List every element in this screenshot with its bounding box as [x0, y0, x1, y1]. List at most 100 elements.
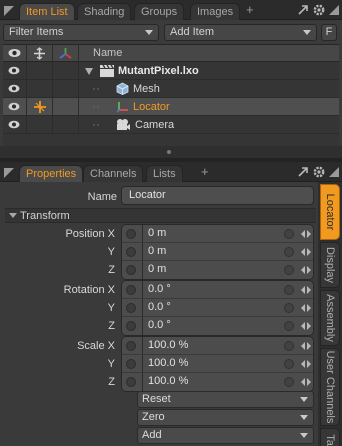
spinner-arrows-icon[interactable]: [298, 355, 313, 373]
side-tab-label: Locator: [324, 193, 336, 231]
visibility-column-header[interactable]: [3, 45, 27, 62]
keyframe-dot-icon[interactable]: [126, 377, 136, 387]
tab-lists[interactable]: Lists: [146, 165, 183, 182]
rotation-x-label: Rotation X: [63, 284, 115, 296]
spinner-arrows-icon[interactable]: [298, 281, 313, 299]
dial-icon[interactable]: [284, 285, 294, 295]
lock-cell[interactable]: [27, 80, 53, 98]
spinner-arrows-icon[interactable]: [298, 373, 313, 391]
item-list-tabbar: Item List Shading Groups Images +: [0, 0, 342, 20]
keyframe-dot-icon[interactable]: [126, 303, 136, 313]
reset-dropdown-button[interactable]: Reset: [137, 391, 314, 408]
position-z-field[interactable]: 0 m: [142, 261, 298, 279]
add-item-dropdown[interactable]: Add Item: [164, 24, 317, 41]
keyframe-dot-icon[interactable]: [126, 265, 136, 275]
dial-icon[interactable]: [284, 359, 294, 369]
side-tab-ta[interactable]: Ta: [320, 428, 340, 446]
dial-icon[interactable]: [284, 229, 294, 239]
name-column-header[interactable]: Name: [93, 47, 122, 59]
scale-y-field[interactable]: 100.0 %: [142, 355, 298, 373]
resize-handle-icon[interactable]: [165, 149, 173, 155]
side-tab-user-channels[interactable]: User Channels: [320, 348, 340, 426]
visibility-cell[interactable]: [3, 62, 27, 80]
keyframe-dot-icon[interactable]: [126, 229, 136, 239]
side-tab-locator[interactable]: Locator: [320, 184, 340, 240]
lock-cell[interactable]: [27, 98, 53, 116]
lock-column-header[interactable]: [27, 45, 53, 62]
rotation-y-label: Y: [107, 302, 115, 314]
scale-x-row: Scale X 100.0 %: [77, 337, 313, 355]
panel-menu-icon[interactable]: [2, 166, 16, 180]
tab-item-list[interactable]: Item List: [19, 3, 75, 20]
dial-icon[interactable]: [284, 265, 294, 275]
scale-x-field[interactable]: 100.0 %: [142, 337, 298, 355]
tab-properties[interactable]: Properties: [19, 165, 84, 182]
spinner-arrows-icon[interactable]: [298, 337, 313, 355]
filter-items-dropdown[interactable]: Filter Items: [3, 24, 159, 41]
keyframe-dot-icon[interactable]: [126, 321, 136, 331]
list-item[interactable]: Locator: [3, 98, 339, 116]
lock-cell[interactable]: [27, 116, 53, 134]
spinner-arrows-icon[interactable]: [298, 261, 313, 279]
rotation-y-field[interactable]: 0.0 °: [142, 299, 298, 317]
zero-dropdown-button[interactable]: Zero: [137, 409, 314, 426]
list-item[interactable]: Mesh: [3, 80, 339, 98]
filter-button[interactable]: F: [321, 24, 337, 41]
tree-connector-icon: [93, 124, 101, 126]
more-icon[interactable]: [327, 3, 341, 17]
keyframe-dot-icon[interactable]: [126, 285, 136, 295]
visibility-cell[interactable]: [3, 98, 27, 116]
axis-cell[interactable]: [53, 62, 79, 80]
dial-icon[interactable]: [284, 321, 294, 331]
list-item[interactable]: MutantPixel.lxo: [3, 62, 339, 80]
tab-channels[interactable]: Channels: [83, 165, 144, 182]
panel-menu-icon[interactable]: [2, 4, 16, 18]
position-y-field[interactable]: 0 m: [142, 243, 298, 261]
visibility-cell[interactable]: [3, 80, 27, 98]
dial-icon[interactable]: [284, 303, 294, 313]
list-item[interactable]: Camera: [3, 116, 339, 134]
scale-z-label: Z: [108, 376, 115, 388]
chevron-down-icon[interactable]: [85, 68, 93, 75]
eye-icon: [8, 102, 20, 111]
expand-panel-icon[interactable]: [296, 3, 310, 17]
add-tab-button[interactable]: +: [201, 164, 209, 180]
dial-icon[interactable]: [284, 377, 294, 387]
transform-section-header[interactable]: Transform: [5, 208, 316, 223]
spinner-arrows-icon[interactable]: [298, 225, 313, 243]
rotation-x-field[interactable]: 0.0 °: [142, 281, 298, 299]
chevron-down-icon: [145, 30, 153, 35]
side-tab-display[interactable]: Display: [320, 242, 340, 288]
item-name: Mesh: [133, 83, 160, 95]
spinner-arrows-icon[interactable]: [298, 317, 313, 335]
tab-groups[interactable]: Groups: [134, 3, 185, 20]
expand-panel-icon[interactable]: [296, 165, 310, 179]
spinner-arrows-icon[interactable]: [298, 243, 313, 261]
dial-icon[interactable]: [284, 247, 294, 257]
scale-group: Scale X 100.0 % Y 100.0 % Z 100.0 %: [77, 336, 314, 392]
axis-cell[interactable]: [53, 80, 79, 98]
more-icon[interactable]: [327, 165, 341, 179]
scale-z-field[interactable]: 100.0 %: [142, 373, 298, 391]
rotation-z-field[interactable]: 0.0 °: [142, 317, 298, 335]
tab-images[interactable]: Images: [190, 3, 241, 20]
gear-icon[interactable]: [312, 165, 326, 179]
item-list-toolbar: Filter Items Add Item F: [0, 21, 342, 43]
spinner-arrows-icon[interactable]: [298, 299, 313, 317]
side-tab-assembly[interactable]: Assembly: [320, 290, 340, 346]
add-dropdown-button[interactable]: Add: [137, 427, 314, 444]
visibility-cell[interactable]: [3, 116, 27, 134]
name-field[interactable]: Locator: [121, 186, 314, 205]
gear-icon[interactable]: [312, 3, 326, 17]
lock-cell[interactable]: [27, 62, 53, 80]
keyframe-dot-icon[interactable]: [126, 247, 136, 257]
keyframe-dot-icon[interactable]: [126, 341, 136, 351]
keyframe-dot-icon[interactable]: [126, 359, 136, 369]
axis-column-header[interactable]: [53, 45, 79, 62]
add-tab-button[interactable]: +: [246, 2, 254, 18]
tab-shading[interactable]: Shading: [77, 3, 132, 20]
dial-icon[interactable]: [284, 341, 294, 351]
axis-cell[interactable]: [53, 98, 79, 116]
axis-cell[interactable]: [53, 116, 79, 134]
position-x-field[interactable]: 0 m: [142, 225, 298, 243]
